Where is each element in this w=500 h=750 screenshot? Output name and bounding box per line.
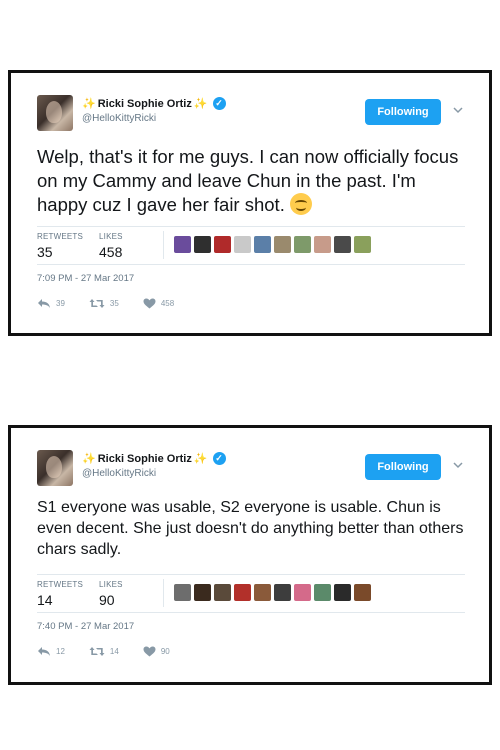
liker-avatar[interactable] [334,236,351,253]
reply-icon [38,299,50,308]
liker-avatars [174,236,371,253]
tweet-timestamp[interactable]: 7:40 PM - 27 Mar 2017 [37,621,134,632]
sparkle-icon: ✨ [82,453,96,465]
stat-separator [163,579,164,607]
retweets-value: 14 [37,592,53,608]
like-action[interactable]: 90 [143,646,170,657]
liker-avatar[interactable] [274,584,291,601]
sparkle-icon: ✨ [193,98,208,110]
likes-label: LIKES [99,232,123,241]
likes-value: 90 [99,592,115,608]
liker-avatar[interactable] [294,236,311,253]
liker-avatar[interactable] [354,584,371,601]
likes-stat[interactable]: LIKES 458 [99,232,123,260]
liker-avatars [174,584,371,601]
retweet-count: 14 [109,647,119,656]
tweet-actions: 39 35 458 [37,298,174,309]
liker-avatar[interactable] [314,236,331,253]
sparkle-icon: ✨ [193,453,208,465]
likes-stat[interactable]: LIKES 90 [99,580,123,608]
liker-avatar[interactable] [354,236,371,253]
verified-badge-icon: ✓ [212,97,226,110]
liker-avatar[interactable] [234,584,251,601]
retweets-stat[interactable]: RETWEETS 35 [37,232,83,260]
display-name[interactable]: Ricki Sophie Ortiz [98,453,192,465]
following-button[interactable]: Following [365,99,441,125]
liker-avatar[interactable] [294,584,311,601]
display-name[interactable]: Ricki Sophie Ortiz [98,98,192,110]
liker-avatar[interactable] [254,584,271,601]
tweet-text-content: Welp, that's it for me guys. I can now o… [37,146,459,216]
liker-avatar[interactable] [214,584,231,601]
avatar[interactable] [37,95,73,131]
tweet-actions: 12 14 90 [37,646,170,657]
divider [37,264,465,265]
author-name-row[interactable]: ✨ Ricki Sophie Ortiz ✨ ✓ [82,97,226,110]
tweet-card: ✨ Ricki Sophie Ortiz ✨ ✓ @HelloKittyRick… [8,425,492,685]
divider [37,612,465,613]
tweet-timestamp[interactable]: 7:09 PM - 27 Mar 2017 [37,273,134,284]
author-handle[interactable]: @HelloKittyRicki [82,468,156,479]
stat-separator [163,231,164,259]
like-count: 90 [160,647,170,656]
chevron-down-icon[interactable] [451,103,465,117]
like-action[interactable]: 458 [143,298,174,309]
retweet-action[interactable]: 14 [89,646,119,657]
likes-label: LIKES [99,580,123,589]
liker-avatar[interactable] [194,236,211,253]
liker-avatar[interactable] [174,584,191,601]
reply-count: 12 [56,647,65,656]
divider [37,226,465,227]
retweets-label: RETWEETS [37,232,84,241]
smiling-face-emoji [289,193,312,216]
reply-count: 39 [56,299,65,308]
liker-avatar[interactable] [334,584,351,601]
likes-value: 458 [99,244,123,260]
liker-avatar[interactable] [174,236,191,253]
retweet-icon [89,299,105,308]
retweet-action[interactable]: 35 [89,298,119,309]
tweet-card: ✨ Ricki Sophie Ortiz ✨ ✓ @HelloKittyRick… [8,70,492,336]
liker-avatar[interactable] [194,584,211,601]
reply-action[interactable]: 12 [37,646,65,657]
reply-action[interactable]: 39 [37,298,65,309]
liker-avatar[interactable] [214,236,231,253]
retweet-count: 35 [109,299,119,308]
liker-avatar[interactable] [274,236,291,253]
liker-avatar[interactable] [314,584,331,601]
retweets-value: 35 [37,244,53,260]
reply-icon [38,647,50,656]
sparkle-icon: ✨ [82,98,96,110]
author-name-row[interactable]: ✨ Ricki Sophie Ortiz ✨ ✓ [82,452,226,465]
tweet-text: S1 everyone was usable, S2 everyone is u… [37,499,464,558]
heart-icon [143,646,156,657]
tweet-text: Welp, that's it for me guys. I can now o… [37,145,465,217]
avatar[interactable] [37,450,73,486]
heart-icon [143,298,156,309]
following-button[interactable]: Following [365,454,441,480]
divider [37,574,465,575]
author-handle[interactable]: @HelloKittyRicki [82,113,156,124]
verified-badge-icon: ✓ [212,452,226,465]
retweets-label: RETWEETS [37,580,84,589]
liker-avatar[interactable] [234,236,251,253]
retweets-stat[interactable]: RETWEETS 14 [37,580,83,608]
retweet-icon [89,647,105,656]
liker-avatar[interactable] [254,236,271,253]
chevron-down-icon[interactable] [451,458,465,472]
like-count: 458 [160,299,175,308]
